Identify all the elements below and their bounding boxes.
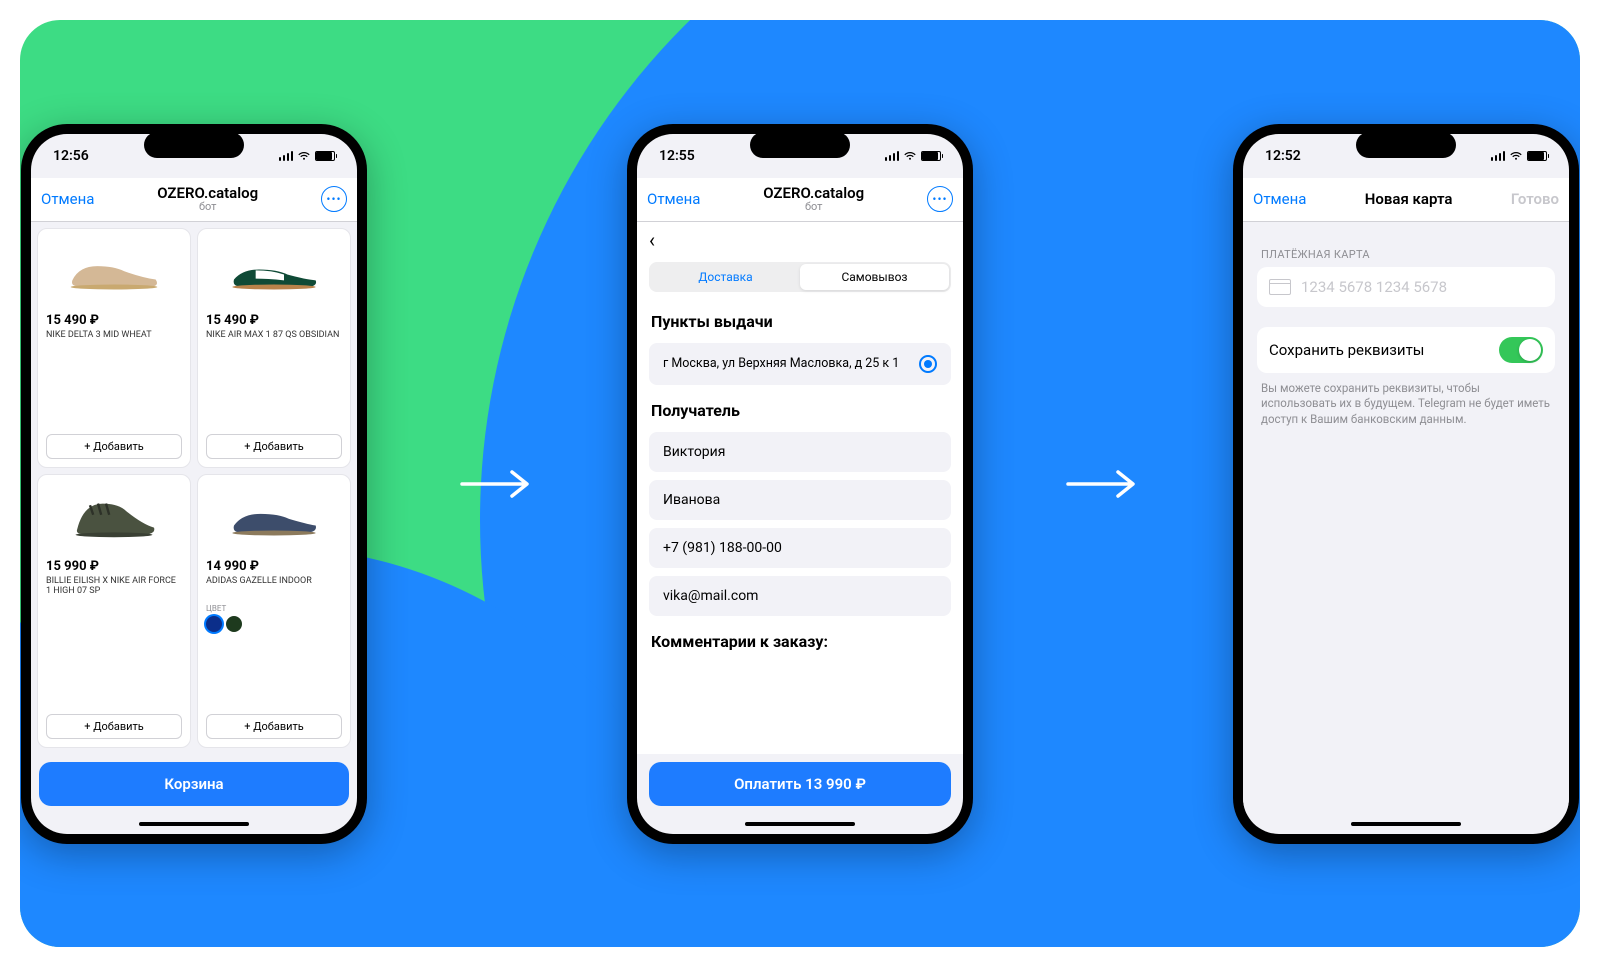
save-details-row: Сохранить реквизиты xyxy=(1257,327,1555,373)
battery-icon xyxy=(315,151,335,161)
nav-bar: Отмена OZERO.catalog бот ••• xyxy=(637,178,963,222)
product-grid: 15 490 ₽ NIKE DELTA 3 MID WHEAT + Добави… xyxy=(31,222,357,754)
status-time: 12:52 xyxy=(1265,148,1301,164)
wifi-icon xyxy=(903,151,917,161)
phone-notch xyxy=(750,132,850,158)
product-name: NIKE DELTA 3 MID WHEAT xyxy=(46,330,182,352)
home-indicator xyxy=(31,814,357,834)
phone-mockup-3: 12:52 Отмена Новая карта Готово ПЛАТЁЖНА… xyxy=(1233,124,1579,844)
battery-icon xyxy=(1527,151,1547,161)
nav-subtitle: бот xyxy=(763,201,864,213)
phone-mockup-2: 12:55 Отмена OZERO.catalog бот ••• ‹ Дос xyxy=(627,124,973,844)
wifi-icon xyxy=(297,151,311,161)
nav-bar: Отмена Новая карта Готово xyxy=(1243,178,1569,222)
color-swatches xyxy=(206,616,342,632)
product-image xyxy=(206,483,342,553)
product-card[interactable]: 15 490 ₽ NIKE DELTA 3 MID WHEAT + Добави… xyxy=(37,228,191,468)
product-card[interactable]: 15 990 ₽ BILLIE EILISH X NIKE AIR FORCE … xyxy=(37,474,191,748)
more-button[interactable]: ••• xyxy=(927,186,953,212)
product-price: 14 990 ₽ xyxy=(206,559,342,574)
nav-subtitle: бот xyxy=(157,201,258,213)
nav-bar: Отмена OZERO.catalog бот ••• xyxy=(31,178,357,222)
email-field[interactable]: vika@mail.com xyxy=(649,576,951,616)
card-number-field[interactable]: 1234 5678 1234 5678 xyxy=(1257,267,1555,307)
signal-icon xyxy=(1491,151,1506,161)
recipient-heading: Получатель xyxy=(637,389,963,428)
signal-icon xyxy=(279,151,294,161)
product-card[interactable]: 15 490 ₽ NIKE AIR MAX 1 87 QS OBSIDIAN +… xyxy=(197,228,351,468)
color-label: ЦВЕТ xyxy=(206,604,342,613)
add-button[interactable]: + Добавить xyxy=(206,714,342,739)
save-toggle[interactable] xyxy=(1499,337,1543,363)
flow-arrow-icon xyxy=(457,464,537,504)
pay-button[interactable]: Оплатить 13 990 ₽ xyxy=(649,762,951,806)
product-name: ADIDAS GAZELLE INDOOR xyxy=(206,576,342,598)
first-name-field[interactable]: Виктория xyxy=(649,432,951,472)
save-label: Сохранить реквизиты xyxy=(1269,341,1424,359)
home-indicator xyxy=(1243,814,1569,834)
pickup-heading: Пункты выдачи xyxy=(637,300,963,339)
product-image xyxy=(206,237,342,307)
phone-notch xyxy=(1356,132,1456,158)
card-placeholder: 1234 5678 1234 5678 xyxy=(1301,278,1447,296)
nav-title: Новая карта xyxy=(1365,190,1453,208)
back-button[interactable]: ‹ xyxy=(649,228,655,252)
cancel-button[interactable]: Отмена xyxy=(647,190,700,208)
done-button[interactable]: Готово xyxy=(1511,190,1559,208)
cart-button[interactable]: Корзина xyxy=(39,762,349,806)
wifi-icon xyxy=(1509,151,1523,161)
home-indicator xyxy=(637,814,963,834)
tab-delivery[interactable]: Доставка xyxy=(651,264,800,290)
nav-title: OZERO.catalog xyxy=(763,185,864,202)
product-price: 15 990 ₽ xyxy=(46,559,182,574)
pickup-address-row[interactable]: г Москва, ул Верхняя Масловка, д 25 к 1 xyxy=(649,343,951,385)
delivery-segmented: Доставка Самовывоз xyxy=(649,262,951,292)
card-section-label: ПЛАТЁЖНАЯ КАРТА xyxy=(1261,248,1551,261)
battery-icon xyxy=(921,151,941,161)
more-button[interactable]: ••• xyxy=(321,186,347,212)
cancel-button[interactable]: Отмена xyxy=(41,190,94,208)
radio-selected-icon xyxy=(919,355,937,373)
product-image xyxy=(46,237,182,307)
phone-field[interactable]: +7 (981) 188-00-00 xyxy=(649,528,951,568)
color-swatch[interactable] xyxy=(226,616,242,632)
card-icon xyxy=(1269,279,1291,295)
comments-heading: Комментарии к заказу: xyxy=(637,620,963,659)
phone-mockup-1: 12:56 Отмена OZERO.catalog бот ••• xyxy=(21,124,367,844)
product-price: 15 490 ₽ xyxy=(46,313,182,328)
signal-icon xyxy=(885,151,900,161)
status-time: 12:55 xyxy=(659,148,695,164)
add-button[interactable]: + Добавить xyxy=(206,434,342,459)
product-name: BILLIE EILISH X NIKE AIR FORCE 1 HIGH 07… xyxy=(46,576,182,598)
pickup-address: г Москва, ул Верхняя Масловка, д 25 к 1 xyxy=(663,356,899,371)
product-image xyxy=(46,483,182,553)
product-card[interactable]: 14 990 ₽ ADIDAS GAZELLE INDOOR ЦВЕТ + До… xyxy=(197,474,351,748)
hero-background: 12:56 Отмена OZERO.catalog бот ••• xyxy=(20,20,1580,947)
nav-title: OZERO.catalog xyxy=(157,185,258,202)
color-swatch[interactable] xyxy=(206,616,222,632)
tab-pickup[interactable]: Самовывоз xyxy=(800,264,949,290)
add-button[interactable]: + Добавить xyxy=(46,714,182,739)
flow-arrow-icon xyxy=(1063,464,1143,504)
product-price: 15 490 ₽ xyxy=(206,313,342,328)
phone-notch xyxy=(144,132,244,158)
add-button[interactable]: + Добавить xyxy=(46,434,182,459)
last-name-field[interactable]: Иванова xyxy=(649,480,951,520)
save-hint: Вы можете сохранить реквизиты, чтобы исп… xyxy=(1257,373,1555,436)
status-time: 12:56 xyxy=(53,148,89,164)
cancel-button[interactable]: Отмена xyxy=(1253,190,1306,208)
product-name: NIKE AIR MAX 1 87 QS OBSIDIAN xyxy=(206,330,342,352)
